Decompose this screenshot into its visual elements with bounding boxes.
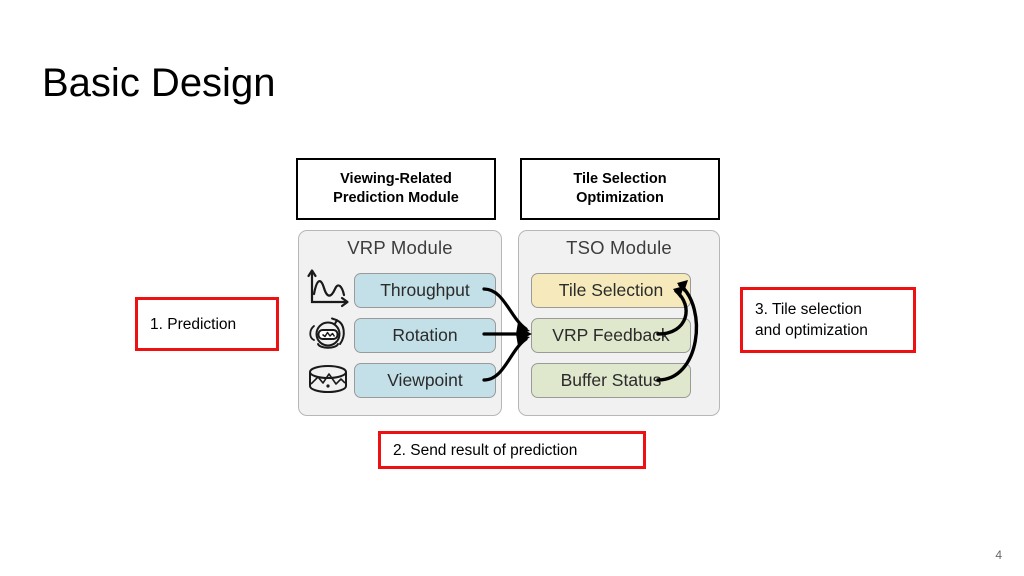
vrp-module-title: VRP Module <box>347 237 453 258</box>
caption-left-line2: Prediction Module <box>333 190 459 206</box>
chip-tile-selection-label: Tile Selection <box>558 280 664 300</box>
architecture-diagram: Viewing-Related Prediction Module Tile S… <box>296 158 722 418</box>
caption-right-line2: Optimization <box>576 190 664 206</box>
annotation-send-result: 2. Send result of prediction <box>378 431 646 469</box>
page-number: 4 <box>995 548 1002 562</box>
tso-module-title: TSO Module <box>566 237 672 258</box>
annotation-tile-selection-line1: 3. Tile selection <box>755 301 862 318</box>
slide-canvas: Basic Design Viewing-Related Prediction … <box>0 0 1024 576</box>
annotation-prediction: 1. Prediction <box>135 297 279 351</box>
chip-rotation-label: Rotation <box>392 325 458 345</box>
caption-left-line1: Viewing-Related <box>340 171 452 187</box>
caption-tile-selection-optimization: Tile Selection Optimization <box>520 158 720 220</box>
tso-module-panel: TSO Module Tile Selection VRP Feedback B… <box>518 230 720 416</box>
caption-right-line1: Tile Selection <box>573 171 667 187</box>
vr-headset-rotation-icon <box>305 314 351 356</box>
chip-buffer-status-label: Buffer Status <box>560 370 662 390</box>
panorama-cylinder-icon <box>305 359 351 401</box>
annotation-tile-selection-line2: and optimization <box>755 322 868 339</box>
chip-throughput[interactable]: Throughput <box>354 273 496 308</box>
caption-viewing-related-prediction-module: Viewing-Related Prediction Module <box>296 158 496 220</box>
chip-tile-selection[interactable]: Tile Selection <box>531 273 691 308</box>
chip-viewpoint-label: Viewpoint <box>387 370 463 390</box>
annotation-tile-selection: 3. Tile selection and optimization <box>740 287 916 353</box>
line-chart-icon <box>305 268 351 310</box>
chip-buffer-status[interactable]: Buffer Status <box>531 363 691 398</box>
chip-rotation[interactable]: Rotation <box>354 318 496 353</box>
chip-throughput-label: Throughput <box>380 280 470 300</box>
chip-vrp-feedback-label: VRP Feedback <box>552 325 670 345</box>
page-title: Basic Design <box>42 61 276 105</box>
annotation-send-result-text: 2. Send result of prediction <box>393 441 578 459</box>
chip-viewpoint[interactable]: Viewpoint <box>354 363 496 398</box>
annotation-prediction-text: 1. Prediction <box>150 315 237 333</box>
chip-vrp-feedback[interactable]: VRP Feedback <box>531 318 691 353</box>
vrp-module-panel: VRP Module Throughput Rotation Viewpoint <box>298 230 502 416</box>
